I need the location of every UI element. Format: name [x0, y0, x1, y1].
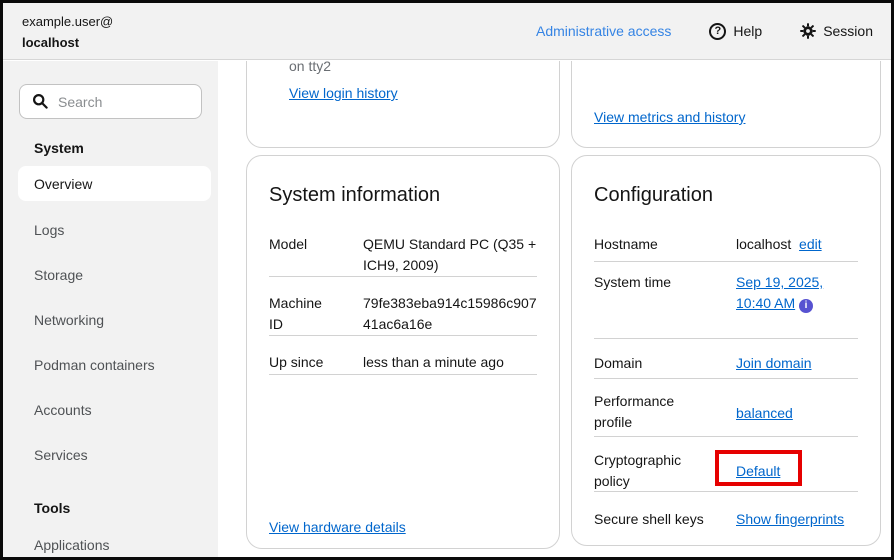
up-since-value: less than a minute ago: [363, 354, 504, 370]
view-hardware-details-link[interactable]: View hardware details: [269, 517, 406, 538]
host-name: localhost: [22, 35, 80, 50]
cryptographic-policy-value-cell: Default: [736, 461, 858, 482]
domain-label: Domain: [594, 355, 643, 371]
system-time-value-cell: Sep 19, 2025, 10:40 AM i: [736, 272, 858, 338]
performance-profile-row: Performance profile balanced: [594, 391, 858, 437]
system-time-row: System time Sep 19, 2025, 10:40 AM i: [594, 272, 858, 339]
session-label: Session: [823, 23, 873, 39]
cryptographic-policy-link[interactable]: Default: [736, 463, 780, 479]
hostname-value: localhost: [736, 236, 792, 252]
secure-shell-keys-row: Secure shell keys Show fingerprints: [594, 509, 858, 535]
administrative-access-button[interactable]: Administrative access: [536, 23, 671, 39]
masthead: example.user@ localhost Administrative a…: [3, 3, 891, 60]
secure-shell-keys-value-cell: Show fingerprints: [736, 509, 858, 535]
nav-section-system: System: [34, 140, 84, 156]
help-label: Help: [733, 23, 763, 39]
sidebar-item-podman-containers[interactable]: Podman containers: [34, 357, 155, 373]
sidebar-item-networking[interactable]: Networking: [34, 312, 104, 328]
model-value: QEMU Standard PC (Q35 + ICH9, 2009): [363, 236, 537, 273]
cryptographic-policy-label: Cryptographic policy: [594, 452, 682, 489]
hostname-edit-link[interactable]: edit: [799, 236, 822, 252]
help-icon: ?: [709, 22, 727, 40]
system-information-title: System information: [269, 184, 441, 206]
view-metrics-link[interactable]: View metrics and history: [594, 107, 745, 128]
model-row: Model QEMU Standard PC (Q35 + ICH9, 2009…: [269, 234, 537, 277]
sidebar-item-accounts[interactable]: Accounts: [34, 402, 92, 418]
performance-profile-link[interactable]: balanced: [736, 405, 793, 421]
show-fingerprints-link[interactable]: Show fingerprints: [736, 511, 844, 527]
machine-id-label: Machine ID: [269, 295, 322, 332]
help-menu-button[interactable]: ? Help: [709, 22, 763, 40]
configuration-title: Configuration: [594, 184, 713, 206]
sidebar-item-applications[interactable]: Applications: [34, 537, 110, 553]
machine-id-value: 79fe383eba914c15986c90741ac6a16e: [363, 295, 537, 332]
cryptographic-policy-row: Cryptographic policy Default: [594, 450, 858, 492]
domain-value-cell: Join domain: [736, 353, 858, 378]
join-domain-link[interactable]: Join domain: [736, 355, 812, 371]
configuration-card: Configuration Hostname localhost edit Sy…: [571, 155, 881, 546]
secure-shell-keys-label: Secure shell keys: [594, 511, 704, 527]
session-menu-button[interactable]: Session: [800, 23, 873, 39]
info-icon-glyph: i: [804, 300, 808, 311]
performance-profile-label: Performance profile: [594, 393, 675, 430]
usage-card: View metrics and history: [571, 61, 881, 148]
sidebar-item-logs[interactable]: Logs: [34, 222, 64, 238]
last-login-detail: on tty2: [289, 61, 332, 74]
sidebar-item-label: Overview: [34, 175, 93, 192]
up-since-row: Up since less than a minute ago: [269, 352, 537, 375]
user-name: example.user@: [22, 14, 114, 29]
up-since-label: Up since: [269, 354, 324, 370]
help-icon-glyph: ?: [714, 24, 722, 37]
cockpit-window: example.user@ localhost Administrative a…: [0, 0, 894, 560]
gear-icon: [800, 23, 816, 39]
hostname-row: Hostname localhost edit: [594, 234, 858, 262]
hostname-label: Hostname: [594, 236, 658, 252]
sidebar-item-overview[interactable]: Overview: [18, 166, 211, 201]
overview-page: on tty2 View login history View metrics …: [218, 61, 891, 557]
sidebar: System Overview Logs Storage Networking …: [3, 61, 218, 557]
machine-id-row: Machine ID 79fe383eba914c15986c90741ac6a…: [269, 293, 537, 336]
health-card: on tty2 View login history: [246, 61, 560, 148]
domain-row: Domain Join domain: [594, 353, 858, 379]
performance-profile-value-cell: balanced: [736, 403, 858, 424]
view-login-history-link[interactable]: View login history: [289, 83, 398, 104]
hostname-value-cell: localhost edit: [736, 234, 858, 261]
masthead-toolbar: Administrative access ? Help Session: [536, 3, 873, 59]
system-information-card: System information Model QEMU Standard P…: [246, 155, 560, 549]
system-time-label: System time: [594, 274, 672, 290]
model-label: Model: [269, 236, 308, 252]
sidebar-item-storage[interactable]: Storage: [34, 267, 83, 283]
search-icon: [32, 93, 48, 109]
sidebar-search: [19, 84, 202, 119]
nav-section-tools: Tools: [34, 500, 71, 516]
sidebar-item-services[interactable]: Services: [34, 447, 88, 463]
logged-in-user-menu[interactable]: example.user@ localhost: [22, 11, 113, 53]
info-icon[interactable]: i: [799, 299, 814, 313]
